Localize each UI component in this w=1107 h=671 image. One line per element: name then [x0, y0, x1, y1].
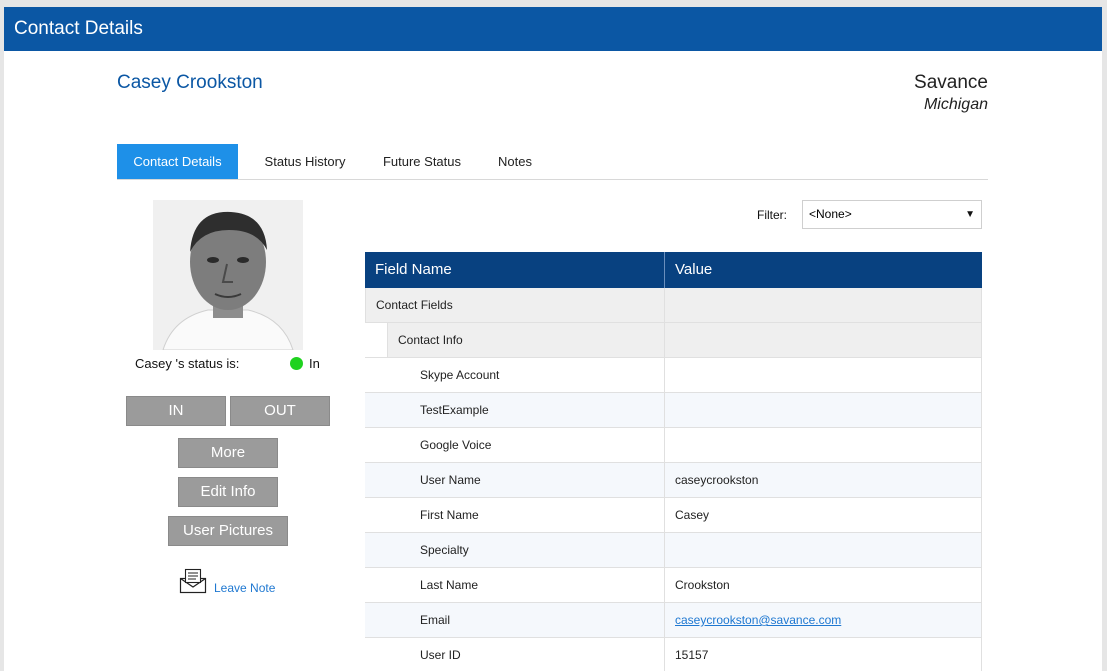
table-row[interactable]: User ID 15157: [365, 638, 982, 671]
table-row[interactable]: Specialty: [365, 533, 982, 568]
user-pictures-button[interactable]: User Pictures: [168, 516, 288, 546]
column-header-value[interactable]: Value: [665, 252, 982, 288]
value-cell: caseycrookston: [665, 463, 982, 497]
status-value: In: [309, 356, 320, 371]
contact-fields-grid: Field Name Value Contact Fields Contact …: [365, 252, 982, 671]
group-label: Contact Fields: [365, 288, 665, 322]
field-name-cell: Email: [365, 603, 665, 637]
field-name-cell: Specialty: [365, 533, 665, 567]
table-row[interactable]: Email caseycrookston@savance.com: [365, 603, 982, 638]
window-title: Contact Details: [4, 7, 1102, 51]
table-row[interactable]: TestExample: [365, 393, 982, 428]
group-row-contact-info[interactable]: Contact Info: [365, 323, 982, 358]
in-button[interactable]: IN: [126, 396, 226, 426]
value-cell: Casey: [665, 498, 982, 532]
more-button[interactable]: More: [178, 438, 278, 468]
dropdown-arrow-icon: ▼: [965, 209, 975, 220]
table-row[interactable]: User Name caseycrookston: [365, 463, 982, 498]
field-name-cell: First Name: [365, 498, 665, 532]
field-name-cell: Skype Account: [365, 358, 665, 392]
grid-header: Field Name Value: [365, 252, 982, 288]
tab-contact-details[interactable]: Contact Details: [117, 144, 238, 179]
table-row[interactable]: Skype Account: [365, 358, 982, 393]
status-label: Casey 's status is:: [135, 356, 240, 371]
value-cell: [665, 428, 982, 462]
filter-label: Filter:: [757, 208, 787, 222]
value-cell: [665, 393, 982, 427]
field-name-cell: Google Voice: [365, 428, 665, 462]
group-value: [665, 288, 982, 322]
filter-selected-value: <None>: [809, 207, 852, 221]
table-row[interactable]: First Name Casey: [365, 498, 982, 533]
location: Michigan: [923, 96, 988, 113]
value-cell: 15157: [665, 638, 982, 671]
value-cell: Crookston: [665, 568, 982, 602]
field-name-cell: Last Name: [365, 568, 665, 602]
tab-notes[interactable]: Notes: [487, 144, 543, 179]
field-name-cell: User ID: [365, 638, 665, 671]
email-link[interactable]: caseycrookston@savance.com: [675, 613, 841, 627]
table-row[interactable]: Google Voice: [365, 428, 982, 463]
field-name-cell: User Name: [365, 463, 665, 497]
contact-details-window: Contact Details Casey Crookston Savance …: [4, 7, 1102, 671]
field-name-cell: TestExample: [365, 393, 665, 427]
tab-status-history[interactable]: Status History: [251, 144, 359, 179]
column-header-field-name[interactable]: Field Name: [365, 252, 665, 288]
value-cell: [665, 358, 982, 392]
out-button[interactable]: OUT: [230, 396, 330, 426]
contact-name: Casey Crookston: [117, 72, 263, 93]
envelope-note-icon[interactable]: [179, 568, 207, 594]
status-indicator-icon: [290, 357, 303, 370]
edit-info-button[interactable]: Edit Info: [178, 477, 278, 507]
tab-bar: Contact Details Status History Future St…: [117, 144, 988, 180]
company-name: Savance: [914, 72, 988, 93]
group-row-contact-fields[interactable]: Contact Fields: [365, 288, 982, 323]
tab-future-status[interactable]: Future Status: [372, 144, 472, 179]
subgroup-value: [665, 323, 982, 357]
table-row[interactable]: Last Name Crookston: [365, 568, 982, 603]
value-cell: [665, 533, 982, 567]
filter-select[interactable]: <None> ▼: [802, 200, 982, 229]
leave-note-link[interactable]: Leave Note: [214, 581, 275, 595]
contact-photo: [153, 200, 303, 350]
subgroup-label: Contact Info: [387, 323, 664, 357]
